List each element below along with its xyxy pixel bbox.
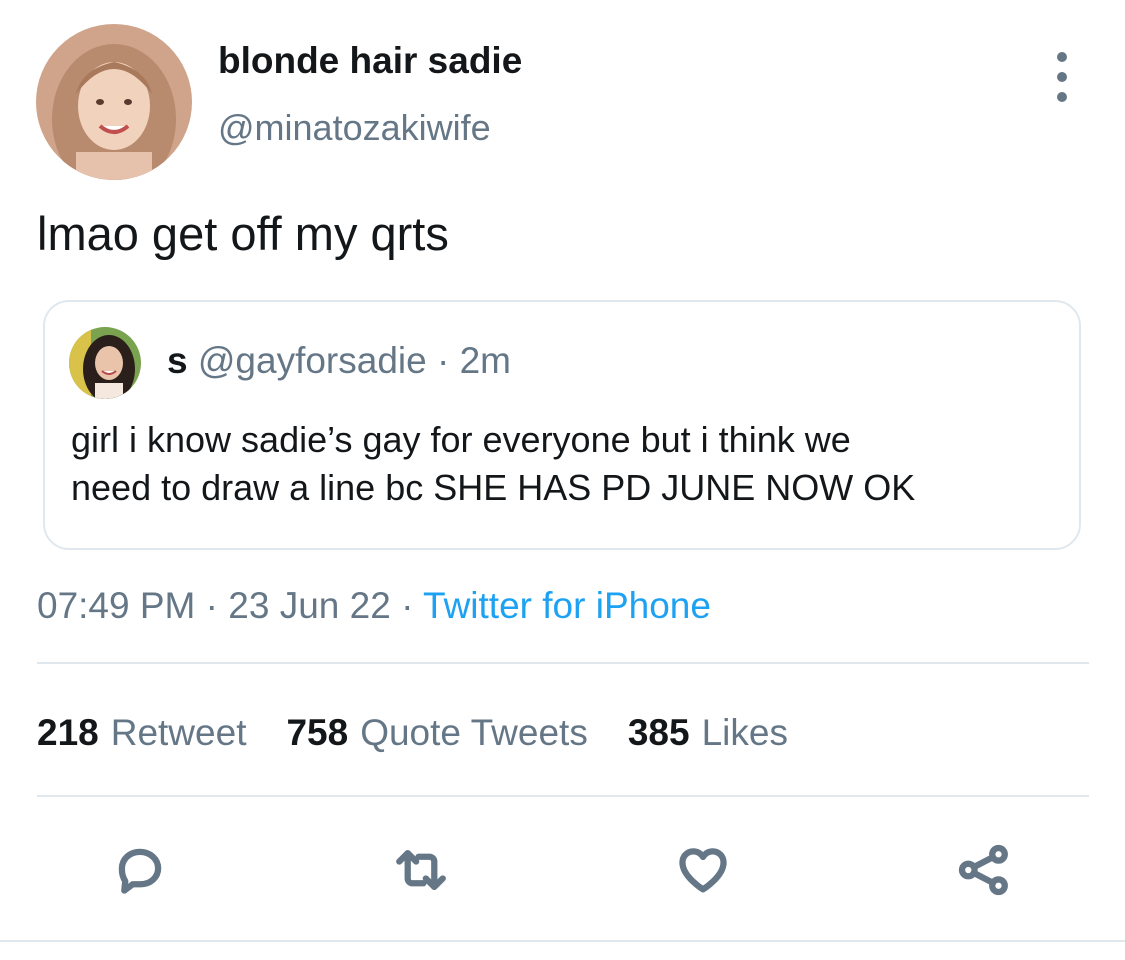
- reply-icon: [118, 848, 162, 894]
- quoted-text-line: girl i know sadie’s gay for everyone but…: [71, 419, 851, 460]
- quoted-tweet-header: s @gayforsadie · 2m: [167, 342, 511, 379]
- quoted-separator: ·: [437, 340, 450, 381]
- quoted-text-line: need to draw a line bc SHE HAS PD JUNE N…: [71, 467, 916, 508]
- likes-label: Likes: [701, 712, 788, 753]
- more-dot: [1057, 52, 1067, 62]
- quoted-author-name[interactable]: s: [167, 340, 188, 381]
- quoted-tweet-card[interactable]: s @gayforsadie · 2m girl i know sadie’s …: [43, 300, 1081, 550]
- quote-tweets-stat[interactable]: 758 Quote Tweets: [286, 712, 587, 754]
- divider: [37, 795, 1089, 797]
- tweet-date[interactable]: 23 Jun 22: [228, 585, 391, 626]
- quoted-avatar-image: [69, 327, 141, 399]
- quoted-time-ago: 2m: [459, 340, 512, 381]
- quote-tweets-count: 758: [286, 712, 349, 753]
- likes-count: 385: [627, 712, 690, 753]
- author-handle[interactable]: @minatozakiwife: [218, 107, 491, 149]
- like-button[interactable]: [673, 840, 733, 900]
- quote-tweets-label: Quote Tweets: [360, 712, 588, 753]
- bottom-divider: [0, 940, 1125, 942]
- like-heart-icon: [679, 848, 727, 893]
- share-button[interactable]: [954, 840, 1014, 900]
- retweet-icon: [396, 849, 446, 891]
- reply-button[interactable]: [110, 840, 170, 900]
- quoted-author-handle[interactable]: @gayforsadie: [198, 340, 427, 381]
- author-display-name[interactable]: blonde hair sadie: [218, 40, 522, 82]
- timestamp-separator: ·: [401, 585, 414, 626]
- retweets-count: 218: [37, 712, 99, 753]
- tweet-stats: 218 Retweet 758 Quote Tweets 385 Likes: [37, 712, 788, 754]
- tweet-source-link[interactable]: Twitter for iPhone: [423, 585, 711, 626]
- share-icon: [958, 844, 1008, 896]
- quoted-tweet-text: girl i know sadie’s gay for everyone but…: [71, 416, 1061, 512]
- tweet-text: lmao get off my qrts: [37, 207, 449, 260]
- author-avatar[interactable]: [36, 24, 192, 180]
- divider: [37, 662, 1089, 664]
- retweets-label: Retweet: [110, 712, 247, 753]
- author-avatar-image: [36, 24, 192, 180]
- more-options-icon[interactable]: [1040, 52, 1084, 102]
- more-dot: [1057, 92, 1067, 102]
- retweet-button[interactable]: [391, 840, 451, 900]
- tweet-timestamp-row: 07:49 PM · 23 Jun 22 · Twitter for iPhon…: [37, 585, 711, 627]
- tweet-time[interactable]: 07:49 PM: [37, 585, 195, 626]
- timestamp-separator: ·: [205, 585, 218, 626]
- likes-stat[interactable]: 385 Likes: [628, 712, 788, 754]
- retweets-stat[interactable]: 218 Retweet: [37, 712, 246, 754]
- more-dot: [1057, 72, 1067, 82]
- quoted-avatar[interactable]: [69, 327, 141, 399]
